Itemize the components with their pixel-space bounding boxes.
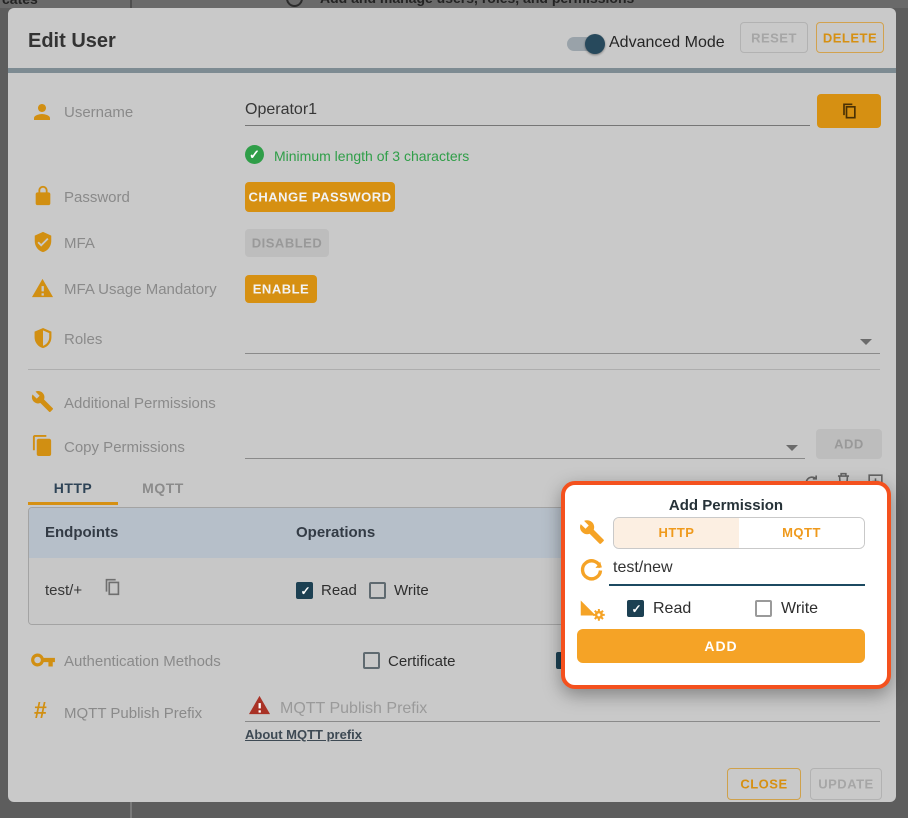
row-write-label: Write bbox=[394, 582, 429, 599]
check-circle-icon: ✓ bbox=[245, 145, 264, 164]
popup-read-label: Read bbox=[653, 600, 691, 618]
copy-permissions-add-label: ADD bbox=[816, 437, 882, 452]
background-header-text: Add and manage users, roles, and permiss… bbox=[320, 0, 634, 6]
popup-wrench-icon bbox=[579, 519, 605, 545]
update-button[interactable]: UPDATE bbox=[810, 768, 882, 800]
reset-label: RESET bbox=[741, 30, 807, 45]
popup-operations-icon bbox=[577, 593, 607, 623]
about-mqtt-prefix-link[interactable]: About MQTT prefix bbox=[245, 727, 362, 742]
header-divider bbox=[8, 68, 896, 73]
roles-dropdown-arrow[interactable] bbox=[860, 339, 872, 345]
close-label: CLOSE bbox=[728, 777, 800, 792]
username-value[interactable]: Operator1 bbox=[245, 101, 317, 119]
roles-shield-icon bbox=[32, 327, 54, 349]
close-button[interactable]: CLOSE bbox=[727, 768, 801, 800]
certificate-label: Certificate bbox=[388, 653, 456, 670]
row-read-label: Read bbox=[321, 582, 357, 599]
mfa-enable-label: ENABLE bbox=[245, 282, 317, 297]
copy-permissions-label: Copy Permissions bbox=[64, 439, 185, 456]
screen: cates Add and manage users, roles, and p… bbox=[0, 0, 908, 818]
advanced-mode-label: Advanced Mode bbox=[609, 34, 725, 52]
tab-mqtt[interactable]: MQTT bbox=[118, 480, 208, 496]
prefix-warning-icon bbox=[248, 694, 271, 717]
popup-topic-input[interactable]: test/new bbox=[613, 559, 673, 577]
copy-endpoint-icon[interactable] bbox=[101, 576, 123, 598]
update-label: UPDATE bbox=[811, 777, 881, 792]
key-icon bbox=[30, 647, 56, 673]
roles-label: Roles bbox=[64, 331, 102, 348]
info-icon bbox=[286, 0, 303, 7]
popup-read-checkbox[interactable] bbox=[627, 600, 644, 617]
col-operations: Operations bbox=[296, 524, 375, 541]
mfa-status-label: DISABLED bbox=[245, 236, 329, 251]
delete-label: DELETE bbox=[817, 30, 883, 45]
background-bottom-strip bbox=[0, 802, 908, 818]
copy-permissions-dropdown-arrow[interactable] bbox=[786, 445, 798, 451]
endpoint-value: test/+ bbox=[45, 582, 82, 599]
certificate-checkbox[interactable] bbox=[363, 652, 380, 669]
warning-icon bbox=[31, 277, 54, 300]
background-app-strip: cates Add and manage users, roles, and p… bbox=[0, 0, 908, 8]
username-label: Username bbox=[64, 104, 133, 121]
row-write-checkbox[interactable] bbox=[369, 582, 386, 599]
mfa-disabled-button[interactable]: DISABLED bbox=[245, 229, 329, 257]
wrench-icon bbox=[31, 390, 54, 413]
reset-button[interactable]: RESET bbox=[740, 22, 808, 53]
advanced-mode-toggle[interactable] bbox=[567, 37, 601, 51]
popup-topic-icon bbox=[578, 557, 605, 584]
add-permission-popup: Add Permission HTTP MQTT test/new Read W… bbox=[561, 481, 891, 689]
popup-add-button[interactable]: ADD bbox=[577, 629, 865, 663]
copy-username-button[interactable] bbox=[817, 94, 881, 128]
popup-topic-underline bbox=[609, 584, 865, 586]
popup-write-checkbox[interactable] bbox=[755, 600, 772, 617]
mfa-enable-button[interactable]: ENABLE bbox=[245, 275, 317, 303]
roles-underline bbox=[245, 353, 880, 354]
toggle-knob bbox=[585, 34, 605, 54]
password-label: Password bbox=[64, 189, 130, 206]
popup-protocol-switch: HTTP MQTT bbox=[613, 517, 865, 549]
shield-check-icon bbox=[32, 231, 54, 253]
background-divider bbox=[130, 802, 132, 818]
mqtt-prefix-placeholder[interactable]: MQTT Publish Prefix bbox=[280, 700, 427, 718]
copy-permissions-icon bbox=[31, 434, 54, 457]
username-hint: Minimum length of 3 characters bbox=[274, 148, 469, 164]
copy-permissions-underline bbox=[245, 458, 805, 459]
background-sidebar-text: cates bbox=[2, 0, 38, 7]
change-password-label: CHANGE PASSWORD bbox=[245, 190, 395, 205]
row-read-checkbox[interactable] bbox=[296, 582, 313, 599]
mfa-label: MFA bbox=[64, 235, 95, 252]
active-tab-indicator bbox=[28, 502, 118, 505]
popup-tab-http[interactable]: HTTP bbox=[614, 518, 740, 548]
section-divider bbox=[28, 369, 880, 370]
popup-tab-mqtt[interactable]: MQTT bbox=[739, 518, 864, 548]
mqtt-prefix-underline bbox=[245, 721, 880, 722]
dialog-title: Edit User bbox=[28, 30, 116, 53]
popup-title: Add Permission bbox=[565, 497, 887, 514]
col-endpoints: Endpoints bbox=[45, 524, 118, 541]
copy-icon bbox=[839, 101, 859, 121]
auth-methods-label: Authentication Methods bbox=[64, 653, 221, 670]
mqtt-prefix-label: MQTT Publish Prefix bbox=[64, 705, 202, 722]
copy-permissions-add-button[interactable]: ADD bbox=[816, 429, 882, 459]
background-divider bbox=[130, 0, 132, 8]
user-icon bbox=[30, 100, 54, 124]
additional-permissions-label: Additional Permissions bbox=[64, 395, 216, 412]
change-password-button[interactable]: CHANGE PASSWORD bbox=[245, 182, 395, 212]
username-underline bbox=[245, 125, 810, 126]
tab-http[interactable]: HTTP bbox=[28, 480, 118, 496]
lock-icon bbox=[32, 185, 54, 207]
delete-button[interactable]: DELETE bbox=[816, 22, 884, 53]
mfa-mandatory-label: MFA Usage Mandatory bbox=[64, 281, 217, 298]
hash-icon: # bbox=[34, 697, 47, 724]
copy-permissions-select[interactable] bbox=[245, 432, 805, 458]
popup-write-label: Write bbox=[781, 600, 818, 618]
roles-select[interactable] bbox=[245, 325, 880, 353]
